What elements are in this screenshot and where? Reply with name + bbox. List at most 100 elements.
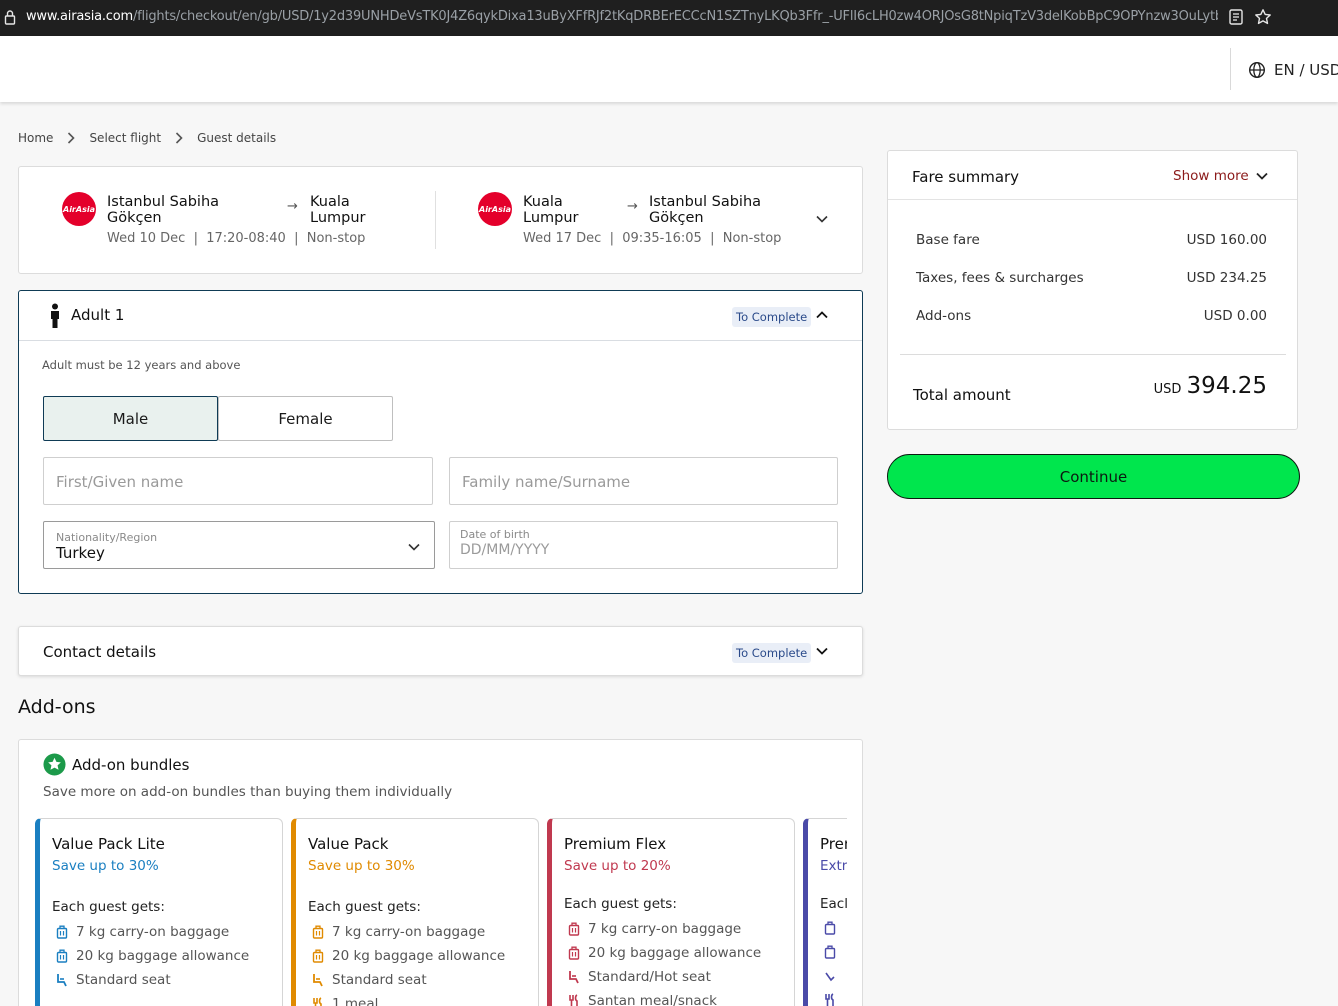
airasia-logo: AirAsia <box>62 192 96 226</box>
bundle-item: 7 kg carry-on baggage <box>56 924 229 940</box>
bundle-savings: Save up to 30% <box>308 858 415 874</box>
gender-male-button[interactable]: Male <box>43 396 218 441</box>
luggage-icon <box>312 949 324 963</box>
seat-icon <box>313 974 323 987</box>
chevron-right-icon <box>68 132 76 144</box>
show-more-button[interactable]: Show more <box>1173 168 1268 184</box>
status-badge: To Complete <box>732 643 812 663</box>
meal-icon <box>313 997 322 1006</box>
bundle-gets-label: Each guest gets: <box>52 899 165 915</box>
chevron-down-icon[interactable] <box>816 215 828 223</box>
adult-guest-card: Adult 1 To Complete Adult must be 12 yea… <box>18 290 863 594</box>
luggage-icon <box>312 925 324 939</box>
total-value: 394.25 <box>1186 373 1267 399</box>
bundle-item <box>824 993 844 1006</box>
breadcrumb-home[interactable]: Home <box>18 131 53 145</box>
total-currency: USD <box>1153 382 1182 397</box>
bundle-item: 1 meal <box>312 996 378 1006</box>
contact-details-card[interactable]: Contact details To Complete <box>18 626 863 676</box>
luggage-icon <box>56 925 68 939</box>
seat-icon <box>569 971 579 984</box>
globe-icon <box>1248 61 1266 79</box>
adult-card-header[interactable]: Adult 1 To Complete <box>19 291 862 341</box>
luggage-icon <box>56 949 68 963</box>
flight-origin: Kuala Lumpur <box>523 194 579 226</box>
bundle-item: Santan meal/snack <box>568 993 717 1006</box>
bundle-item: Standard/Hot seat <box>568 969 711 985</box>
addons-heading: Add-ons <box>18 696 96 718</box>
seat-icon <box>57 974 67 987</box>
continue-button[interactable]: Continue <box>887 454 1300 499</box>
addon-bundles-card: Add-on bundles Save more on add-on bundl… <box>18 739 863 1006</box>
bundle-item <box>824 945 844 959</box>
flight-divider <box>435 191 436 249</box>
bundle-item: Standard seat <box>56 972 171 988</box>
lock-icon <box>4 10 16 25</box>
luggage-icon <box>824 945 836 959</box>
bundle-gets-label: Each guest gets: <box>308 899 421 915</box>
url-domain: www.airasia.com <box>26 9 133 24</box>
header-divider <box>1230 48 1231 90</box>
arrow-right-icon: → <box>287 199 298 214</box>
bundle-gets-label: Eacl <box>820 896 847 912</box>
chevron-up-icon[interactable] <box>816 311 828 319</box>
breadcrumb-select-flight[interactable]: Select flight <box>89 131 161 145</box>
bundles-carousel: Value Pack Lite Save up to 30% Each gues… <box>35 740 847 1006</box>
bundle-item: 7 kg carry-on baggage <box>568 921 741 937</box>
insurance-icon <box>825 972 835 982</box>
date-of-birth-field[interactable]: Date of birth DD/MM/YYYY <box>449 521 838 569</box>
bundle-gets-label: Each guest gets: <box>564 896 677 912</box>
bundle-card-premium-flex[interactable]: Premium Flex Save up to 20% Each guest g… <box>547 818 795 1006</box>
bundle-savings: Save up to 30% <box>52 858 159 874</box>
flight-summary-card: AirAsia Istanbul Sabiha Gökçen → Kuala Lum… <box>18 166 863 274</box>
nationality-value: Turkey <box>56 544 105 562</box>
luggage-icon <box>568 946 580 960</box>
flight-destination: Kuala Lumpur <box>310 194 366 226</box>
bundle-name: Pren <box>820 835 847 853</box>
bundle-item: Standard seat <box>312 972 427 988</box>
bundle-card-value-pack-lite[interactable]: Value Pack Lite Save up to 30% Each gues… <box>35 818 283 1006</box>
bundle-item: 20 kg baggage allowance <box>568 945 761 961</box>
last-name-field[interactable]: Family name/Surname <box>449 457 838 505</box>
chevron-right-icon <box>176 132 183 144</box>
fare-row-label: Add-ons <box>916 308 972 324</box>
bundle-item: 20 kg baggage allowance <box>56 948 249 964</box>
chevron-down-icon <box>408 543 420 551</box>
adult-title: Adult 1 <box>71 306 125 324</box>
fare-divider <box>888 199 1297 200</box>
dob-label: Date of birth <box>460 528 530 541</box>
bundle-savings: Extr <box>820 858 847 874</box>
bundle-card-value-pack[interactable]: Value Pack Save up to 30% Each guest get… <box>291 818 539 1006</box>
nationality-select[interactable]: Nationality/Region Turkey <box>43 521 435 569</box>
breadcrumb-guest-details: Guest details <box>197 131 277 145</box>
status-badge: To Complete <box>732 307 812 327</box>
bundle-card-premium[interactable]: Pren Extr Eacl <box>803 818 847 1006</box>
flight-destination: Istanbul Sabiha Gökçen <box>649 194 762 226</box>
nationality-label: Nationality/Region <box>56 531 158 544</box>
bundle-item <box>824 969 844 983</box>
contact-title: Contact details <box>43 643 157 661</box>
bundle-name: Value Pack <box>308 835 389 853</box>
language-currency-selector[interactable]: EN / USD <box>1274 61 1338 79</box>
bundle-item: 20 kg baggage allowance <box>312 948 505 964</box>
chevron-down-icon[interactable] <box>816 647 828 655</box>
bookmark-star-icon[interactable] <box>1254 8 1272 26</box>
bundle-item <box>824 921 844 935</box>
fare-row-value: USD 234.25 <box>1186 270 1267 286</box>
fare-row-value: USD 0.00 <box>1203 308 1267 324</box>
reader-mode-icon[interactable] <box>1227 8 1245 26</box>
meal-icon <box>569 994 578 1006</box>
fare-summary-title: Fare summary <box>912 168 1020 186</box>
total-amount: USD 394.25 <box>1154 373 1267 399</box>
first-name-field[interactable]: First/Given name <box>43 457 433 505</box>
flight-origin: Istanbul Sabiha Gökçen <box>107 194 220 226</box>
flight-info: Wed 10 Dec | 17:20-08:40 | Non-stop <box>107 231 366 246</box>
adult-age-note: Adult must be 12 years and above <box>42 358 241 372</box>
gender-female-button[interactable]: Female <box>218 396 393 441</box>
url-path: /flights/checkout/en/gb/USD/1y2d39UNHDeV… <box>132 9 1218 24</box>
bundle-savings: Save up to 20% <box>564 858 671 874</box>
arrow-right-icon: → <box>627 199 638 214</box>
luggage-icon <box>568 922 580 936</box>
url-field[interactable]: www.airasia.com/flights/checkout/en/gb/U… <box>26 9 1218 24</box>
fare-summary-card: Fare summary Show more Base fare USD 160… <box>887 150 1298 430</box>
